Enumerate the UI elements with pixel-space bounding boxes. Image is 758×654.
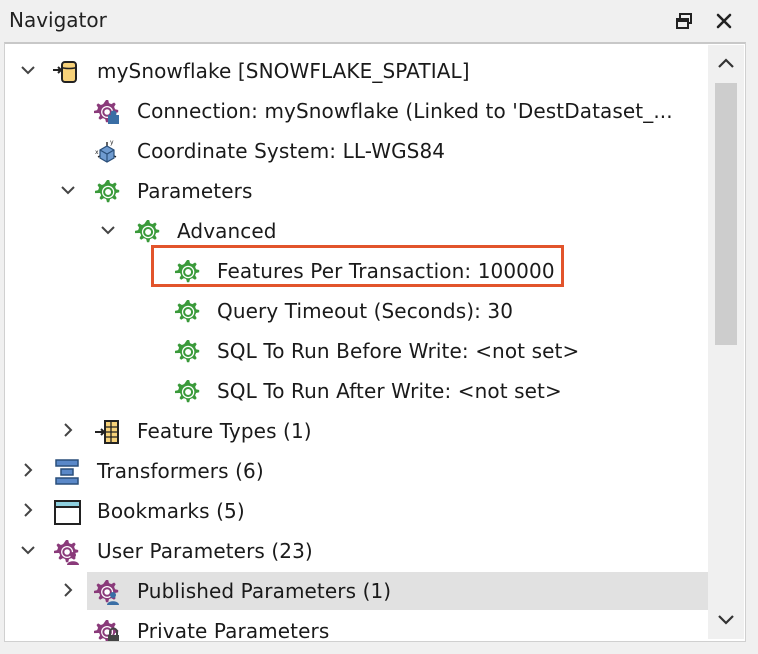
tree-item-label: Connection: mySnowflake (Linked to 'Dest… — [137, 99, 673, 123]
tree-item-label: Query Timeout (Seconds): 30 — [217, 299, 514, 323]
tree-item-feature-types[interactable]: Feature Types (1) — [5, 412, 707, 450]
database-writer-icon — [51, 58, 79, 86]
transformers-icon — [53, 458, 81, 486]
private-parameters-icon — [93, 618, 121, 641]
tree-item-label: Coordinate System: LL-WGS84 — [137, 139, 446, 163]
panel-title: Navigator — [9, 8, 107, 32]
tree-item-mysnowflake[interactable]: mySnowflake [SNOWFLAKE_SPATIAL] — [5, 52, 707, 90]
tree-item-label: User Parameters (23) — [97, 539, 313, 563]
svg-text:y: y — [110, 139, 114, 146]
svg-text:x: x — [95, 149, 99, 156]
connection-gear-icon — [93, 98, 121, 126]
tree-item-label: Bookmarks (5) — [97, 499, 245, 523]
chevron-right-icon[interactable] — [15, 498, 41, 524]
feature-types-icon — [93, 418, 121, 446]
tree-item-sql-before-write[interactable]: SQL To Run Before Write: <not set> — [5, 332, 707, 370]
scroll-down-button[interactable] — [708, 603, 744, 637]
tree-item-label: Private Parameters — [137, 619, 330, 642]
coordinate-system-icon: x y — [93, 138, 121, 166]
tree-item-sql-after-write[interactable]: SQL To Run After Write: <not set> — [5, 372, 707, 410]
gear-icon — [93, 178, 121, 206]
tree-item-transformers[interactable]: Transformers (6) — [5, 452, 707, 490]
tree-item-user-parameters[interactable]: User Parameters (23) — [5, 532, 707, 570]
tree-item-label: SQL To Run After Write: <not set> — [217, 379, 562, 403]
tree-item-bookmarks[interactable]: Bookmarks (5) — [5, 492, 707, 530]
restore-window-icon[interactable] — [670, 7, 698, 35]
tree-item-label: SQL To Run Before Write: <not set> — [217, 339, 580, 363]
chevron-down-icon[interactable] — [95, 218, 121, 244]
tree-item-label: mySnowflake [SNOWFLAKE_SPATIAL] — [97, 59, 470, 83]
chevron-down-icon[interactable] — [15, 538, 41, 564]
tree-item-label: Advanced — [177, 219, 277, 243]
navigator-titlebar: Navigator — [0, 0, 758, 42]
chevron-down-icon[interactable] — [15, 58, 41, 84]
bookmark-icon — [53, 498, 81, 526]
tree-item-query-timeout[interactable]: Query Timeout (Seconds): 30 — [5, 292, 707, 330]
tree-item-connection[interactable]: Connection: mySnowflake (Linked to 'Dest… — [5, 92, 707, 130]
chevron-right-icon[interactable] — [15, 458, 41, 484]
gear-icon — [173, 338, 201, 366]
close-icon[interactable] — [710, 7, 738, 35]
tree-item-label: Parameters — [137, 179, 253, 203]
published-parameters-icon — [93, 578, 121, 606]
navigator-tree-panel: mySnowflake [SNOWFLAKE_SPATIAL] Connecti… — [4, 42, 746, 642]
scrollbar-thumb[interactable] — [715, 83, 737, 345]
gear-icon — [133, 218, 161, 246]
chevron-right-icon[interactable] — [55, 578, 81, 604]
tree-item-coordinate-system[interactable]: x y Coordinate System: LL-WGS84 — [5, 132, 707, 170]
annotation-highlight-box — [151, 245, 564, 287]
chevron-down-icon[interactable] — [55, 178, 81, 204]
vertical-scrollbar[interactable] — [708, 45, 744, 639]
tree-item-published-parameters[interactable]: Published Parameters (1) — [5, 572, 711, 610]
tree-item-parameters[interactable]: Parameters — [5, 172, 707, 210]
tree-item-label: Transformers (6) — [97, 459, 264, 483]
tree-item-label: Feature Types (1) — [137, 419, 312, 443]
scroll-up-button[interactable] — [708, 47, 744, 81]
gear-icon — [173, 378, 201, 406]
user-parameters-icon — [53, 538, 81, 566]
chevron-right-icon[interactable] — [55, 418, 81, 444]
tree-item-private-parameters[interactable]: Private Parameters — [5, 612, 707, 642]
tree-item-label: Published Parameters (1) — [137, 579, 392, 603]
gear-icon — [173, 298, 201, 326]
